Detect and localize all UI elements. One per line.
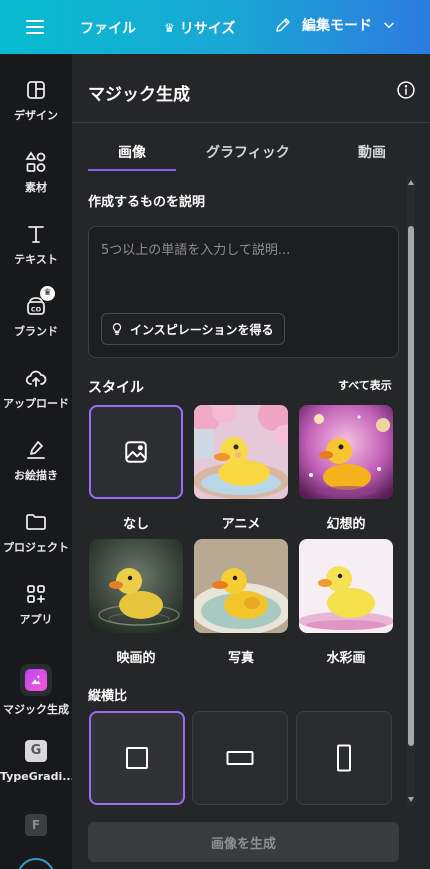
apps-icon — [27, 585, 45, 603]
text-icon — [28, 226, 44, 243]
rail-item-label: デザイン — [14, 109, 58, 122]
cinematic-duck-thumbnail — [89, 539, 183, 633]
rail-item-uploads[interactable]: アップロード — [0, 366, 72, 411]
rail-item-magic-media[interactable]: マジック生成 — [0, 664, 72, 717]
rail-item-brand[interactable]: CO ♛ ブランド — [0, 286, 72, 339]
side-rail: デザイン 素材 テキスト CO ♛ ブランド アップロード お絵描き プロジェク… — [0, 54, 75, 869]
aspect-ratio-landscape[interactable] — [192, 711, 288, 805]
crown-icon: ♛ — [164, 21, 175, 35]
panel-scrollbar[interactable] — [407, 176, 415, 806]
tab-graphic[interactable]: グラフィック — [206, 142, 290, 162]
resize-button[interactable]: ♛ リサイズ — [164, 18, 235, 38]
aspect-ratio-portrait[interactable] — [296, 711, 392, 805]
aspect-ratio-label: 縦横比 — [88, 689, 128, 704]
folder-icon — [26, 514, 46, 530]
rail-item-label: マジック生成 — [3, 703, 69, 716]
fantasy-duck-thumbnail — [299, 405, 393, 499]
rail-item-draw[interactable]: お絵描き — [0, 438, 72, 483]
info-icon[interactable] — [396, 80, 416, 100]
style-name: 映画的 — [116, 651, 156, 666]
inspiration-label: インスピレーションを得る — [130, 322, 274, 337]
scroll-down-arrow-icon[interactable] — [408, 797, 414, 802]
rail-item-design[interactable]: デザイン — [0, 78, 72, 123]
style-card-photo[interactable] — [194, 539, 288, 633]
rail-item-label: プロジェクト — [3, 541, 69, 554]
rail-item-typegradient[interactable]: G TypeGradi... — [0, 740, 75, 783]
rail-item-label: アップロード — [3, 397, 69, 410]
style-label: スタイル — [88, 380, 144, 396]
app-icon: F — [25, 814, 47, 836]
anime-duck-thumbnail — [194, 405, 288, 499]
hamburger-menu-icon[interactable] — [26, 17, 44, 37]
landscape-rectangle-icon — [226, 751, 254, 765]
prompt-input[interactable] — [101, 239, 386, 299]
prompt-box: インスピレーションを得る — [88, 226, 399, 358]
inspiration-button[interactable]: インスピレーションを得る — [101, 313, 285, 345]
magic-media-panel: マジック生成 画像 グラフィック 動画 作成するものを説明 インスピレーションを… — [72, 54, 430, 869]
rail-item-text[interactable]: テキスト — [0, 222, 72, 267]
scroll-up-arrow-icon[interactable] — [408, 180, 414, 185]
magic-media-icon — [20, 664, 52, 696]
draw-icon — [27, 441, 45, 459]
watercolor-duck-thumbnail — [299, 539, 393, 633]
photo-duck-thumbnail — [194, 539, 288, 633]
rail-item-app-partial[interactable]: F — [0, 814, 72, 836]
aspect-ratio-square[interactable] — [89, 711, 185, 805]
describe-label: 作成するものを説明 — [88, 195, 206, 210]
edit-mode-dropdown[interactable]: 編集モード — [274, 15, 406, 35]
image-icon — [125, 441, 147, 463]
panel-title: マジック生成 — [88, 85, 190, 105]
style-card-cinematic[interactable] — [89, 539, 183, 633]
style-card-fantasy[interactable] — [299, 405, 393, 499]
tab-image[interactable]: 画像 — [118, 142, 146, 162]
style-name: 水彩画 — [326, 651, 366, 666]
chevron-down-icon — [384, 22, 394, 29]
rail-item-label: アプリ — [19, 613, 53, 626]
top-toolbar: ファイル ♛ リサイズ 編集モード — [0, 0, 430, 54]
rail-item-projects[interactable]: プロジェクト — [0, 510, 72, 555]
style-name: 幻想的 — [326, 517, 366, 532]
edit-mode-label: 編集モード — [302, 18, 372, 34]
pencil-icon — [276, 18, 290, 32]
style-name: 写真 — [227, 651, 254, 666]
resize-label: リサイズ — [179, 21, 236, 37]
active-tab-indicator — [88, 169, 176, 171]
premium-crown-badge: ♛ — [40, 286, 55, 301]
see-all-link[interactable]: すべて表示 — [338, 377, 392, 393]
layout-icon — [27, 81, 45, 99]
style-name: なし — [122, 517, 149, 532]
shapes-icon — [25, 151, 46, 172]
typegradient-app-icon: G — [25, 740, 47, 762]
scroll-thumb[interactable] — [408, 226, 414, 746]
upload-cloud-icon — [25, 370, 47, 387]
style-name: アニメ — [221, 517, 261, 532]
rail-item-label: テキスト — [14, 253, 58, 266]
tab-video[interactable]: 動画 — [358, 142, 386, 162]
lightbulb-icon — [112, 323, 122, 335]
avatar[interactable] — [17, 858, 55, 869]
style-card-watercolor[interactable] — [299, 539, 393, 633]
rail-item-elements[interactable]: 素材 — [0, 150, 72, 195]
file-menu-button[interactable]: ファイル — [80, 18, 136, 38]
portrait-rectangle-icon — [337, 744, 351, 772]
generate-image-button[interactable]: 画像を生成 — [88, 822, 399, 862]
rail-item-label: TypeGradi... — [0, 770, 75, 783]
divider — [72, 122, 430, 123]
rail-item-label: お絵描き — [14, 469, 58, 482]
rail-item-label: ブランド — [14, 325, 58, 338]
square-icon — [126, 747, 148, 769]
rail-item-label: 素材 — [25, 181, 47, 194]
style-card-anime[interactable] — [194, 405, 288, 499]
rail-item-apps[interactable]: アプリ — [0, 582, 72, 627]
svg-text:CO: CO — [31, 306, 42, 314]
style-card-none[interactable] — [89, 405, 183, 499]
